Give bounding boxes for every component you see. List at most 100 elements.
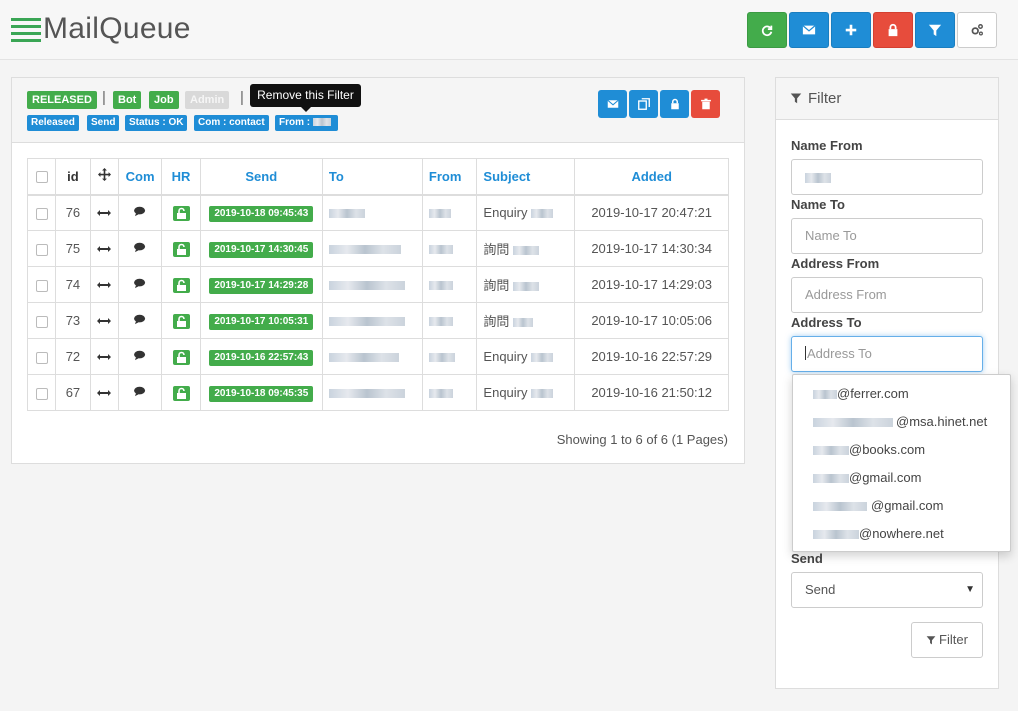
app-logo[interactable]: MailQueue	[11, 12, 191, 46]
autocomplete-item[interactable]: @nowhere.net	[793, 520, 1010, 548]
lock-icon	[888, 23, 898, 37]
settings-button[interactable]	[957, 12, 997, 48]
col-hr[interactable]: HR	[161, 158, 201, 196]
select-all-cell	[26, 158, 57, 196]
resize-horizontal-icon[interactable]	[97, 317, 112, 325]
label-released[interactable]: RELEASED	[27, 91, 97, 109]
name-from-label: Name From	[791, 138, 863, 153]
unlock-icon[interactable]	[172, 241, 190, 257]
address-from-input[interactable]: Address From	[791, 277, 983, 313]
row-from	[421, 230, 478, 267]
table-row[interactable]: 67 2019-10-18 09:45:35 Enquiry 2019-10-1…	[26, 374, 729, 411]
autocomplete-item[interactable]: @books.com	[793, 436, 1010, 464]
label-admin[interactable]: Admin	[185, 91, 230, 109]
address-to-input[interactable]: Address To	[791, 336, 983, 372]
send-time-label: 2019-10-17 14:30:45	[209, 241, 314, 258]
autocomplete-item[interactable]: @gmail.com	[793, 464, 1010, 492]
row-added: 2019-10-16 21:50:12	[574, 374, 729, 411]
table-row[interactable]: 75 2019-10-17 14:30:45 詢問 2019-10-17 14:…	[26, 230, 729, 267]
autocomplete-item[interactable]: @msa.hinet.net	[793, 408, 1010, 436]
copy-icon	[637, 98, 650, 110]
select-all-checkbox[interactable]	[35, 171, 48, 184]
name-from-input[interactable]	[791, 159, 983, 195]
resize-horizontal-icon[interactable]	[97, 353, 112, 361]
row-added: 2019-10-17 20:47:21	[574, 194, 729, 231]
row-id: 76	[55, 194, 91, 231]
autocomplete-item[interactable]: @ferrer.com	[793, 380, 1010, 408]
col-from[interactable]: From	[421, 158, 478, 196]
row-added: 2019-10-17 14:29:03	[574, 266, 729, 303]
table-row[interactable]: 74 2019-10-17 14:29:28 詢問 2019-10-17 14:…	[26, 266, 729, 303]
comments-icon[interactable]	[133, 278, 147, 289]
row-subject: Enquiry	[483, 385, 528, 400]
resize-horizontal-icon[interactable]	[97, 281, 112, 289]
name-to-input[interactable]: Name To	[791, 218, 983, 254]
unlock-icon[interactable]	[172, 277, 190, 293]
comments-icon[interactable]	[133, 242, 147, 253]
col-com[interactable]: Com	[117, 158, 163, 196]
label-job[interactable]: Job	[149, 91, 179, 109]
mail-button[interactable]	[789, 12, 829, 48]
comments-icon[interactable]	[133, 350, 147, 361]
delete-button[interactable]	[691, 90, 720, 118]
row-checkbox[interactable]	[35, 315, 48, 328]
col-send[interactable]: Send	[199, 158, 323, 196]
table-row[interactable]: 72 2019-10-16 22:57:43 Enquiry 2019-10-1…	[26, 338, 729, 375]
col-to[interactable]: To	[321, 158, 423, 196]
row-checkbox[interactable]	[35, 351, 48, 364]
apply-filter-button[interactable]: Filter	[911, 622, 983, 658]
unlock-icon[interactable]	[172, 385, 190, 401]
row-from	[421, 338, 478, 375]
comments-icon[interactable]	[133, 314, 147, 325]
copy-button[interactable]	[629, 90, 658, 118]
col-added[interactable]: Added	[574, 158, 729, 196]
add-button[interactable]	[831, 12, 871, 48]
row-checkbox[interactable]	[35, 387, 48, 400]
row-to	[321, 266, 423, 303]
comments-icon[interactable]	[133, 386, 147, 397]
app-title: MailQueue	[43, 12, 191, 45]
row-checkbox[interactable]	[35, 207, 48, 220]
refresh-button[interactable]	[747, 12, 787, 48]
comments-icon[interactable]	[133, 206, 147, 217]
row-subject: 詢問	[483, 314, 510, 329]
lock-button[interactable]	[873, 12, 913, 48]
col-subject[interactable]: Subject	[476, 158, 576, 196]
filter-tag-from[interactable]: From :	[275, 115, 338, 131]
filter-tag-released[interactable]: Released	[27, 115, 79, 131]
row-checkbox[interactable]	[35, 243, 48, 256]
send-mail-button[interactable]	[598, 90, 627, 118]
caret-down-icon: ▼	[965, 584, 975, 595]
row-subject: Enquiry	[483, 349, 528, 364]
autocomplete-item[interactable]: @gmail.com	[793, 492, 1010, 520]
separator: |	[240, 89, 244, 106]
address-autocomplete-list: @ferrer.com @msa.hinet.net @books.com @g…	[792, 374, 1011, 552]
filter-tag-com[interactable]: Com : contact	[194, 115, 269, 131]
lock-selected-button[interactable]	[660, 90, 689, 118]
unlock-icon[interactable]	[172, 349, 190, 365]
label-bot[interactable]: Bot	[113, 91, 142, 109]
resize-horizontal-icon[interactable]	[97, 245, 112, 253]
table-header-row: id Com HR Send To From Subject Added	[26, 158, 729, 196]
row-from	[421, 374, 478, 411]
top-bar: MailQueue	[0, 0, 1018, 60]
refresh-icon	[761, 25, 773, 36]
col-id[interactable]: id	[55, 158, 91, 196]
row-added: 2019-10-17 14:30:34	[574, 230, 729, 267]
resize-horizontal-icon[interactable]	[97, 209, 112, 217]
filter-tag-send[interactable]: Send	[87, 115, 120, 131]
table-row[interactable]: 73 2019-10-17 10:05:31 詢問 2019-10-17 10:…	[26, 302, 729, 339]
unlock-icon[interactable]	[172, 205, 190, 221]
row-id: 72	[55, 338, 91, 375]
row-added: 2019-10-17 10:05:06	[574, 302, 729, 339]
filter-tag-status[interactable]: Status : OK	[125, 115, 188, 131]
table-row[interactable]: 76 2019-10-18 09:45:43 Enquiry 2019-10-1…	[26, 194, 729, 231]
resize-horizontal-icon[interactable]	[97, 389, 112, 397]
row-checkbox[interactable]	[35, 279, 48, 292]
row-id: 74	[55, 266, 91, 303]
send-label: Send	[791, 551, 823, 566]
send-select[interactable]: Send ▼	[791, 572, 983, 608]
filter-button[interactable]	[915, 12, 955, 48]
send-time-label: 2019-10-18 09:45:35	[209, 385, 314, 402]
unlock-icon[interactable]	[172, 313, 190, 329]
